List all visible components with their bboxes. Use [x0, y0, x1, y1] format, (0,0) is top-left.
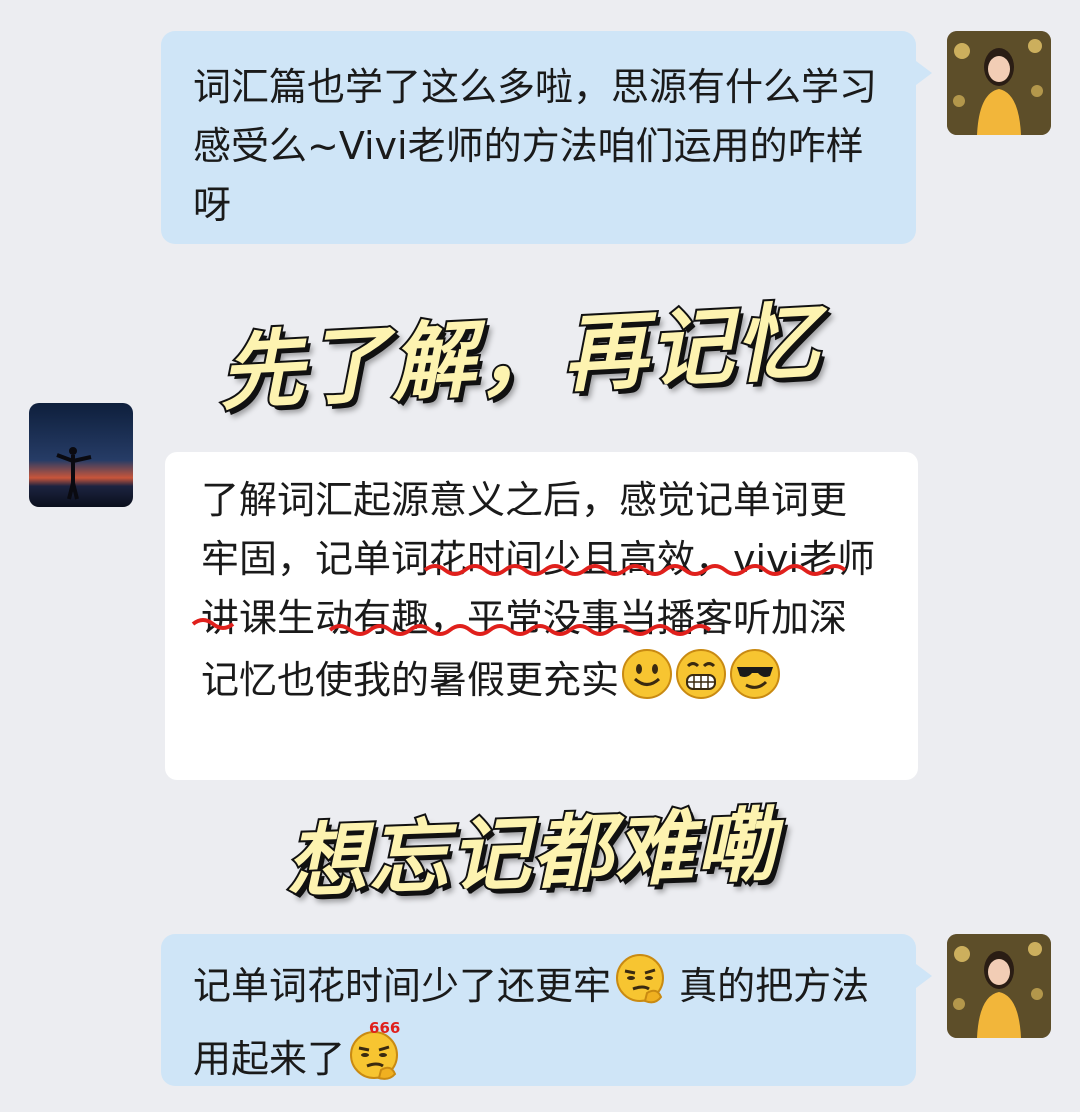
message-text: 了解词汇起源意义之后，感觉记单词更牢固，记单词花时间少且高效，vivi老师讲课生…: [201, 471, 878, 717]
slight-smile-emoji: [621, 648, 673, 717]
grin-emoji: [675, 648, 727, 717]
666-emoji: 666: [347, 1020, 401, 1099]
thinking-smirk-emoji: [613, 953, 667, 1024]
message-bubble-teacher-2[interactable]: 记单词花时间少了还更牢 真的把方法用起来了 666: [161, 934, 932, 1086]
message-bubble-teacher-1[interactable]: 词汇篇也学了这么多啦，思源有什么学习感受么~Vivi老师的方法咱们运用的咋样呀: [161, 31, 932, 244]
teacher-avatar[interactable]: [947, 31, 1051, 135]
caption-bottom: 想忘记都难嘞: [283, 796, 782, 910]
666-badge: 666: [369, 1019, 401, 1037]
student-avatar-image: [29, 403, 133, 507]
student-avatar[interactable]: [29, 403, 133, 507]
message-text: 记单词花时间少了还更牢 真的把方法用起来了 666: [193, 953, 886, 1099]
caption-top: 先了解，再记忆: [215, 290, 825, 423]
teacher-avatar-image: [947, 934, 1051, 1038]
teacher-avatar-image: [947, 31, 1051, 135]
message-bubble-student[interactable]: 了解词汇起源意义之后，感觉记单词更牢固，记单词花时间少且高效，vivi老师讲课生…: [165, 452, 918, 780]
cool-emoji: [729, 648, 781, 717]
teacher-avatar[interactable]: [947, 934, 1051, 1038]
message-text: 词汇篇也学了这么多啦，思源有什么学习感受么~Vivi老师的方法咱们运用的咋样呀: [193, 65, 878, 227]
bubble-tail: [916, 61, 932, 85]
bubble-tail: [916, 964, 932, 988]
